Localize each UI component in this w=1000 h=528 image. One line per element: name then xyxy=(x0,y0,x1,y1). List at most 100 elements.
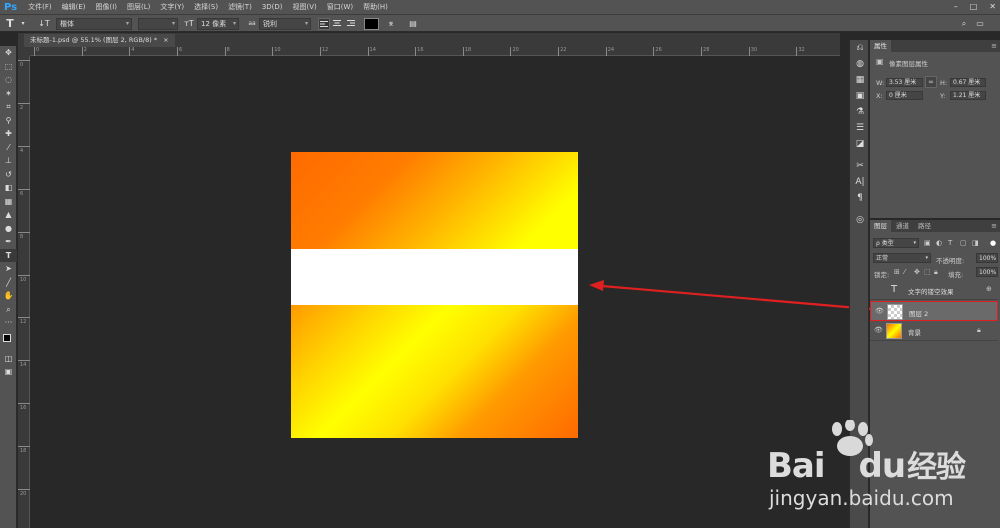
close-button[interactable]: ✕ xyxy=(989,0,996,14)
font-family-select[interactable]: 楷体 ▾ xyxy=(56,18,132,30)
layer-effects-icon[interactable]: ⊕ xyxy=(986,285,992,293)
x-field[interactable]: 0 厘米 xyxy=(886,91,923,100)
layer-row[interactable]: 👁︎ 背景 🔒︎ xyxy=(870,321,998,341)
eye-icon[interactable]: 👁︎ xyxy=(874,326,883,334)
tab-paths[interactable]: 路径 xyxy=(914,220,935,232)
healing-brush-tool-icon[interactable]: ✚ xyxy=(0,127,17,141)
line-tool-icon[interactable]: ╱ xyxy=(0,276,17,290)
quick-mask-icon[interactable]: ◫ xyxy=(0,352,17,366)
type-tool-preset-icon[interactable]: T xyxy=(4,18,16,30)
menu-window[interactable]: 窗口(W) xyxy=(322,2,358,12)
paragraph-panel-icon[interactable]: ¶ xyxy=(850,190,870,206)
menu-file[interactable]: 文件(F) xyxy=(23,2,57,12)
adjustments-panel-icon[interactable]: ⚗ xyxy=(850,104,870,120)
filter-smart-object-icon[interactable]: ◨ xyxy=(972,239,979,247)
menu-layer[interactable]: 图层(L) xyxy=(122,2,155,12)
antialias-select[interactable]: 锐利 ▾ xyxy=(259,18,311,30)
gradient-tool-icon[interactable]: ▦ xyxy=(0,195,17,209)
eyedropper-tool-icon[interactable]: ⚲ xyxy=(0,114,17,128)
color-swatches[interactable] xyxy=(0,330,17,352)
toggle-orientation-icon[interactable]: ↓T xyxy=(38,18,50,30)
ruler-top[interactable]: 0 2 4 6 8 10 12 14 16 18 20 22 24 26 28 30 32 xyxy=(30,47,840,56)
blend-mode-select[interactable]: 正常 ▾ xyxy=(873,253,931,263)
path-selection-tool-icon[interactable]: ➤ xyxy=(0,262,17,276)
magic-wand-tool-icon[interactable]: ✶ xyxy=(0,87,17,101)
history-panel-icon[interactable]: ⎌ xyxy=(850,40,870,56)
menu-edit[interactable]: 编辑(E) xyxy=(57,2,91,12)
filter-adjustment-icon[interactable]: ◐ xyxy=(936,239,942,247)
maximize-button[interactable]: □ xyxy=(970,0,978,14)
hand-tool-icon[interactable]: ✋ xyxy=(0,289,17,303)
lasso-tool-icon[interactable]: ◌ xyxy=(0,73,17,87)
layer-kind-filter[interactable]: ρ 类型 ▾ xyxy=(873,238,919,248)
zoom-tool-icon[interactable]: ⌕ xyxy=(0,303,17,317)
stamp-tool-icon[interactable]: ⊥ xyxy=(0,154,17,168)
lock-image-icon[interactable]: ⁄ xyxy=(904,268,905,276)
tab-channels[interactable]: 通道 xyxy=(892,220,913,232)
lock-position-icon[interactable]: ✥ xyxy=(914,268,920,276)
screen-mode-icon[interactable]: ▣ xyxy=(0,365,17,379)
filter-toggle-icon[interactable]: ● xyxy=(990,239,996,247)
menu-image[interactable]: 图像(I) xyxy=(91,2,123,12)
y-field[interactable]: 1.21 厘米 xyxy=(950,91,986,100)
font-style-select[interactable]: ▾ xyxy=(138,18,178,30)
minimize-button[interactable]: – xyxy=(954,0,958,14)
more-tools-icon[interactable]: ··· xyxy=(0,316,17,330)
search-icon[interactable]: ⌕ xyxy=(958,18,970,30)
pen-tool-icon[interactable]: ✒ xyxy=(0,235,17,249)
brush-tool-icon[interactable]: ⁄ xyxy=(0,141,17,155)
tab-properties[interactable]: 属性 xyxy=(870,40,891,52)
font-size-select[interactable]: 12 像素 ▾ xyxy=(197,18,239,30)
panel-menu-icon[interactable]: ≡ xyxy=(991,220,997,232)
close-tab-icon[interactable]: × xyxy=(163,36,168,44)
layer-row-selected[interactable]: 👁︎ 图层 2 xyxy=(870,301,998,321)
type-tool-icon[interactable]: T xyxy=(0,248,17,262)
menu-filter[interactable]: 滤镜(T) xyxy=(223,2,257,12)
eraser-tool-icon[interactable]: ◧ xyxy=(0,181,17,195)
dodge-tool-icon[interactable]: ● xyxy=(0,222,17,236)
align-right-button[interactable] xyxy=(346,18,358,30)
filter-shape-icon[interactable]: ▢ xyxy=(960,239,967,247)
move-tool-icon[interactable]: ✥ xyxy=(0,46,17,60)
link-dimensions-button[interactable]: ∞ xyxy=(925,76,937,88)
lock-artboard-icon[interactable]: ⬚ xyxy=(924,268,931,276)
foreground-color-swatch[interactable] xyxy=(3,333,11,342)
ruler-origin[interactable] xyxy=(18,47,30,56)
swatches-panel-icon[interactable]: ▦ xyxy=(850,72,870,88)
menu-select[interactable]: 选择(S) xyxy=(189,2,223,12)
width-field[interactable]: 3.53 厘米 xyxy=(886,78,923,87)
align-center-button[interactable] xyxy=(332,18,344,30)
filter-type-icon[interactable]: T xyxy=(948,239,952,247)
menu-view[interactable]: 视图(V) xyxy=(288,2,322,12)
lock-all-icon[interactable]: 🔒︎ xyxy=(934,268,938,277)
filter-pixel-icon[interactable]: ▣ xyxy=(924,239,931,247)
menu-help[interactable]: 帮助(H) xyxy=(358,2,393,12)
layer-comps-icon[interactable]: ◎ xyxy=(850,212,870,228)
gradient-bottom-region[interactable] xyxy=(291,305,578,438)
panel-menu-icon[interactable]: ≡ xyxy=(991,40,997,52)
ruler-left[interactable]: 0 2 4 6 8 10 12 14 16 18 20 xyxy=(18,56,30,528)
color-panel-icon[interactable]: ◍ xyxy=(850,56,870,72)
tools-preset-icon[interactable]: ✂ xyxy=(850,158,870,174)
menu-3d[interactable]: 3D(D) xyxy=(257,3,288,11)
tab-layers[interactable]: 图层 xyxy=(870,220,891,232)
styles-panel-icon[interactable]: ▣ xyxy=(850,88,870,104)
properties-panel-icon[interactable]: ◪ xyxy=(850,136,870,152)
character-panel-icon[interactable]: ▤ xyxy=(407,18,419,30)
eye-icon[interactable]: 👁︎ xyxy=(875,307,884,315)
height-field[interactable]: 0.67 厘米 xyxy=(950,78,986,87)
align-left-button[interactable] xyxy=(318,18,330,30)
opacity-field[interactable]: 100% xyxy=(976,253,998,263)
history-brush-tool-icon[interactable]: ↺ xyxy=(0,168,17,182)
crop-tool-icon[interactable]: ⌗ xyxy=(0,100,17,114)
blur-tool-icon[interactable]: ▲ xyxy=(0,208,17,222)
white-band-layer[interactable] xyxy=(291,249,578,305)
gradient-top-region[interactable] xyxy=(291,152,578,249)
chevron-down-icon[interactable]: ▾ xyxy=(17,18,29,30)
document-tab[interactable]: 未标题-1.psd @ 55.1% (图层 2, RGB/8) * × xyxy=(24,34,175,47)
warp-text-icon[interactable]: ⌆ xyxy=(385,18,397,30)
workspace-icon[interactable]: ▭ xyxy=(974,18,986,30)
layer-name[interactable]: 图层 2 xyxy=(909,308,928,318)
lock-transparent-icon[interactable]: ⊞ xyxy=(894,268,900,276)
layer-row[interactable]: T 文字的镂空效果 ⊕ xyxy=(870,280,998,300)
